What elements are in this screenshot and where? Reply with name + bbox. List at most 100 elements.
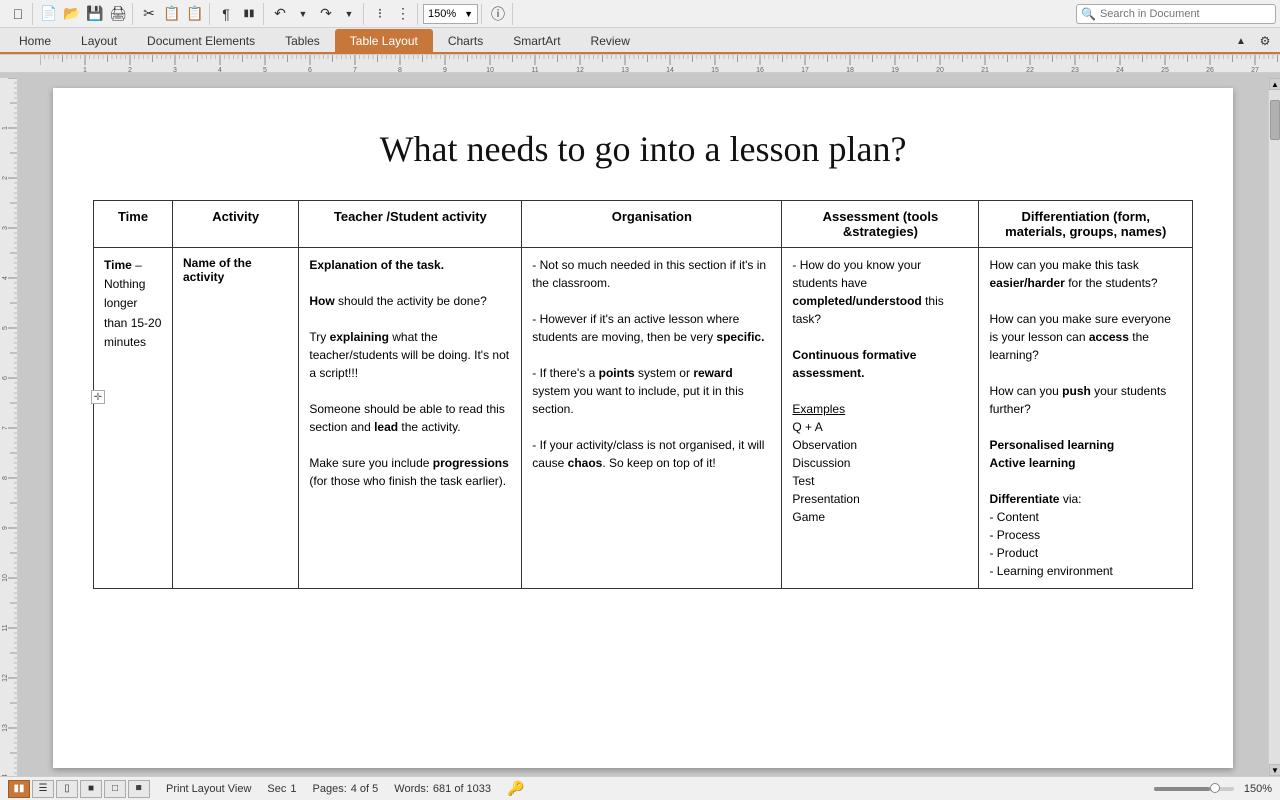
- svg-text:15: 15: [711, 67, 719, 73]
- cell-differentiation: How can you make this task easier/harder…: [979, 248, 1193, 589]
- svg-text:8: 8: [398, 67, 402, 73]
- status-icon[interactable]: 🔑: [507, 780, 524, 797]
- view-btn2[interactable]: ⋮: [392, 3, 414, 25]
- apple-icon[interactable]: : [7, 3, 29, 25]
- svg-text:18: 18: [846, 67, 854, 73]
- header-time: Time: [94, 201, 173, 248]
- svg-text:7: 7: [2, 426, 9, 430]
- view-btn1[interactable]: ⁝: [369, 3, 391, 25]
- view-buttons: ▮▮ ☰ ▯ ■ □ ◾: [8, 780, 150, 798]
- view-btn-publish[interactable]: ◾: [128, 780, 150, 798]
- view-btn-notebook[interactable]: □: [104, 780, 126, 798]
- activity-label: Name of the activity: [183, 256, 252, 284]
- teacher-p3: Try explaining what the teacher/students…: [309, 328, 511, 382]
- status-words: Words: 681 of 1033: [394, 783, 491, 795]
- help-btn[interactable]: ⓘ: [487, 3, 509, 25]
- svg-text:6: 6: [2, 376, 9, 380]
- view-btn-focus[interactable]: ■: [80, 780, 102, 798]
- ribbon-settings-btn[interactable]: ⚙: [1254, 30, 1276, 52]
- cell-teacher: Explanation of the task. How should the …: [299, 248, 522, 589]
- svg-text:27: 27: [1251, 67, 1259, 73]
- tab-review[interactable]: Review: [576, 29, 645, 52]
- save-btn[interactable]: 💾: [84, 3, 106, 25]
- cell-time: Time – Nothing longer than 15-20 minutes: [94, 248, 173, 589]
- zoom-arrow[interactable]: ▼: [464, 9, 473, 19]
- svg-text:26: 26: [1206, 67, 1214, 73]
- scroll-up-arrow[interactable]: ▲: [1269, 78, 1280, 90]
- zoom-slider-fill: [1154, 787, 1210, 791]
- status-sec: Sec 1: [267, 783, 296, 795]
- teacher-content: Explanation of the task. How should the …: [309, 256, 511, 490]
- svg-text:6: 6: [308, 67, 312, 73]
- search-area: 🔍: [1076, 4, 1276, 24]
- svg-text:1: 1: [2, 126, 9, 130]
- diff-content: How can you make this task easier/harder…: [989, 256, 1182, 580]
- svg-text:14: 14: [666, 67, 674, 73]
- zoom-slider-thumb[interactable]: [1210, 783, 1220, 793]
- document-page: ✛ What needs to go into a lesson plan? T…: [53, 88, 1233, 768]
- svg-text:3: 3: [2, 226, 9, 230]
- teacher-p1: Explanation of the task.: [309, 258, 444, 272]
- undo-btn[interactable]: ↶: [269, 3, 291, 25]
- format-btn2[interactable]: ▮▮: [238, 3, 260, 25]
- header-differentiation: Differentiation (form, materials, groups…: [979, 201, 1193, 248]
- table-move-handle[interactable]: ✛: [91, 390, 105, 404]
- edit-tools: ✂ 📋 📋: [135, 3, 210, 25]
- search-icon: 🔍: [1081, 7, 1096, 21]
- document-area[interactable]: ✛ What needs to go into a lesson plan? T…: [18, 78, 1268, 776]
- apple-menu-group: : [4, 3, 33, 25]
- paste-btn[interactable]: 📋: [184, 3, 206, 25]
- zoom-display[interactable]: 150% ▼: [423, 4, 478, 24]
- tab-layout[interactable]: Layout: [66, 29, 132, 52]
- lesson-plan-table: Time Activity Teacher /Student activity …: [93, 200, 1193, 589]
- svg-text:14: 14: [2, 774, 9, 776]
- teacher-p2: How should the activity be done?: [309, 292, 511, 310]
- view-btn-draft[interactable]: ▯: [56, 780, 78, 798]
- teacher-p4: Someone should be able to read this sect…: [309, 400, 511, 436]
- view-btn-outline[interactable]: ☰: [32, 780, 54, 798]
- svg-text:16: 16: [756, 67, 764, 73]
- tab-table-layout[interactable]: Table Layout: [335, 29, 433, 52]
- vertical-scrollbar[interactable]: ▲ ▼: [1268, 78, 1280, 776]
- open-btn[interactable]: 📂: [61, 3, 83, 25]
- svg-text:4: 4: [2, 276, 9, 280]
- tab-smartart[interactable]: SmartArt: [498, 29, 575, 52]
- status-pages: Pages: 4 of 5: [313, 783, 379, 795]
- svg-text:3: 3: [173, 67, 177, 73]
- svg-text:5: 5: [2, 326, 9, 330]
- zoom-slider[interactable]: [1154, 787, 1234, 791]
- tab-tables[interactable]: Tables: [270, 29, 335, 52]
- ribbon-collapse-btn[interactable]: ▲: [1230, 30, 1252, 52]
- tab-charts[interactable]: Charts: [433, 29, 498, 52]
- svg-text:17: 17: [801, 67, 809, 73]
- track-changes-icon[interactable]: 🔑: [507, 780, 524, 797]
- tab-home[interactable]: Home: [4, 29, 66, 52]
- tab-document-elements[interactable]: Document Elements: [132, 29, 270, 52]
- search-input[interactable]: [1100, 8, 1260, 20]
- assessment-content: - How do you know your students have com…: [792, 256, 968, 526]
- svg-text:23: 23: [1071, 67, 1079, 73]
- copy-btn[interactable]: 📋: [161, 3, 183, 25]
- cell-organisation: - Not so much needed in this section if …: [522, 248, 782, 589]
- undo-arrow[interactable]: ▼: [292, 3, 314, 25]
- scroll-down-arrow[interactable]: ▼: [1269, 764, 1280, 776]
- header-assessment: Assessment (tools &strategies): [782, 201, 979, 248]
- teacher-p5: Make sure you include progressions (for …: [309, 454, 511, 490]
- new-doc-btn[interactable]: 📄: [38, 3, 60, 25]
- scroll-track: [1269, 90, 1280, 764]
- view-btn-print[interactable]: ▮▮: [8, 780, 30, 798]
- redo-arrow[interactable]: ▼: [338, 3, 360, 25]
- examples-label: Examples: [792, 402, 845, 416]
- format-btn1[interactable]: ¶: [215, 3, 237, 25]
- status-view-label: Print Layout View: [166, 783, 251, 795]
- svg-text:11: 11: [2, 624, 9, 631]
- document-title: What needs to go into a lesson plan?: [93, 128, 1193, 170]
- file-tools: 📄 📂 💾 🖨: [35, 3, 133, 25]
- cut-btn[interactable]: ✂: [138, 3, 160, 25]
- print-btn[interactable]: 🖨: [107, 3, 129, 25]
- svg-text:2: 2: [128, 67, 132, 73]
- svg-text:10: 10: [486, 67, 494, 73]
- header-activity: Activity: [173, 201, 299, 248]
- scroll-thumb[interactable]: [1270, 100, 1280, 140]
- redo-btn[interactable]: ↷: [315, 3, 337, 25]
